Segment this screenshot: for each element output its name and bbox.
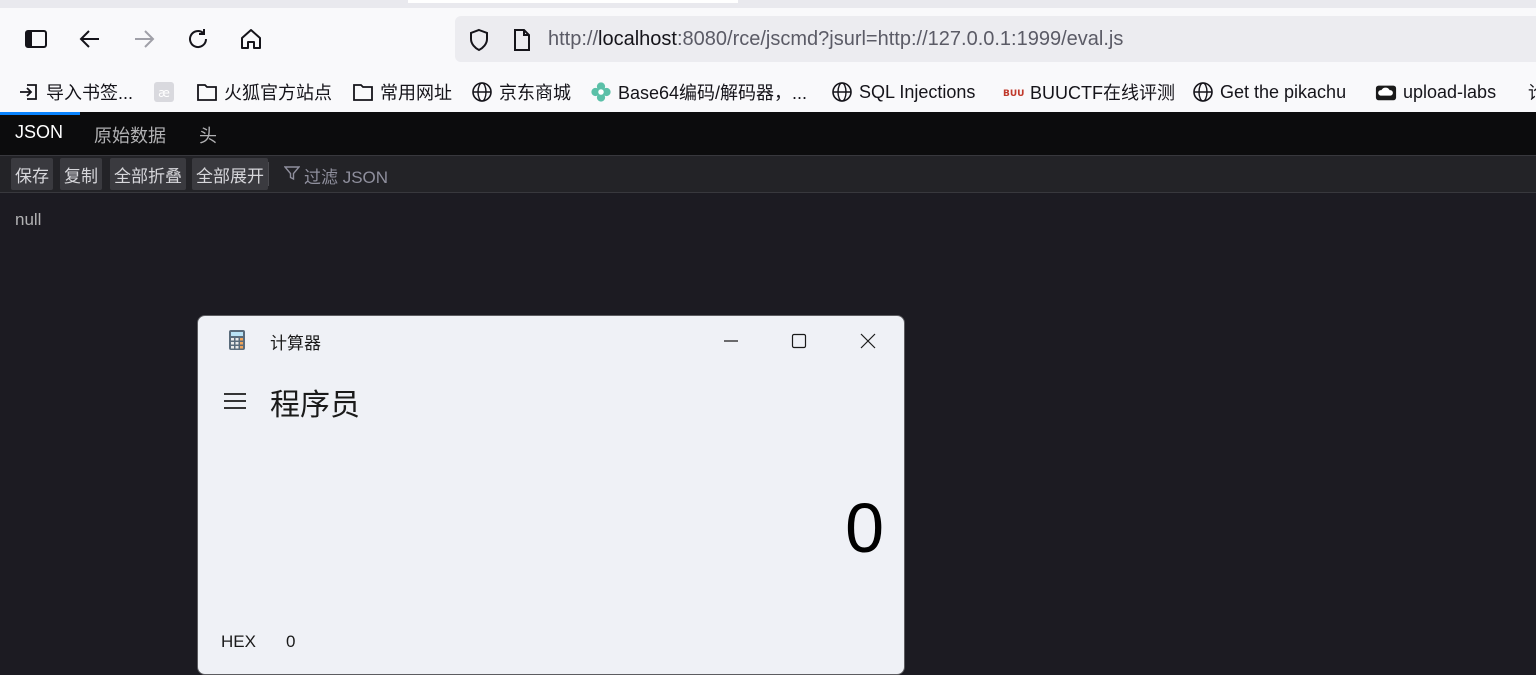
bookmark-common-sites[interactable]: 常用网址 [352, 80, 452, 104]
hex-label[interactable]: HEX [221, 632, 256, 652]
calculator-app-icon [228, 329, 246, 355]
bookmark-import[interactable]: 导入书签... [18, 80, 133, 104]
svg-text:æ: æ [158, 86, 170, 100]
save-button[interactable]: 保存 [11, 158, 53, 190]
json-viewer-tabs: JSON 原始数据 头 [0, 112, 1536, 156]
navigation-bar: http://localhost:8080/rce/jscmd?jsurl=ht… [0, 8, 1536, 72]
maximize-icon[interactable] [786, 328, 812, 354]
tab-raw-data[interactable]: 原始数据 [94, 122, 166, 148]
bookmark-label: 论 [1528, 79, 1536, 105]
bookmark-ae[interactable]: æ [153, 80, 175, 104]
ae-icon: æ [153, 81, 175, 103]
expand-all-button[interactable]: 全部展开 [192, 158, 268, 190]
json-value: null [15, 210, 42, 229]
bookmark-label: 常用网址 [380, 83, 452, 103]
import-icon [18, 81, 40, 103]
bookmarks-toolbar: 导入书签... æ 火狐官方站点 常用网址 京东商城 Base64编码/解码器，… [0, 72, 1536, 112]
tracking-protection-icon[interactable] [467, 28, 491, 56]
bookmark-upload-labs[interactable]: upload-labs [1375, 80, 1496, 104]
filter-placeholder: 过滤 JSON [304, 168, 389, 187]
url-bar[interactable]: http://localhost:8080/rce/jscmd?jsurl=ht… [455, 16, 1536, 62]
back-icon[interactable] [74, 23, 106, 55]
buu-icon: BUU [1002, 81, 1024, 103]
sidebar-toggle-icon[interactable] [20, 23, 52, 55]
active-tab[interactable] [408, 0, 738, 3]
bookmark-label: Get the pikachu [1220, 81, 1347, 102]
calculator-window[interactable]: 计算器 程序员 0 HEX 0 [197, 315, 905, 675]
bookmark-label: Base64编码/解码器，... [618, 83, 808, 103]
close-icon[interactable] [855, 328, 881, 354]
hex-value: 0 [286, 632, 296, 651]
bookmark-pikachu[interactable]: Get the pikachu [1192, 80, 1346, 104]
globe-icon [1192, 81, 1214, 103]
bookmark-overflow[interactable]: 论 [1528, 80, 1536, 104]
result-display: 0 [845, 489, 884, 567]
url-text[interactable]: http://localhost:8080/rce/jscmd?jsurl=ht… [548, 28, 1123, 51]
forward-icon[interactable] [128, 23, 160, 55]
window-title: 计算器 [270, 334, 321, 354]
bookmark-label: upload-labs [1403, 81, 1497, 102]
folder-icon [352, 81, 374, 103]
reload-icon[interactable] [182, 23, 214, 55]
minimize-icon[interactable] [718, 328, 744, 354]
url-host: localhost [598, 28, 677, 50]
bookmark-label: 火狐官方站点 [224, 83, 332, 103]
bookmark-label: 京东商城 [499, 83, 571, 103]
bookmark-jd[interactable]: 京东商城 [471, 80, 571, 104]
toolbar-divider [268, 162, 269, 186]
bookmark-firefox-official[interactable]: 火狐官方站点 [196, 80, 332, 104]
bookmark-base64[interactable]: Base64编码/解码器，... [590, 80, 807, 104]
svg-text:BUU: BUU [1003, 89, 1024, 99]
bookmark-label: SQL Injections [859, 81, 976, 102]
bookmark-buuctf[interactable]: BUU BUUCTF在线评测 [1002, 80, 1175, 104]
tab-json[interactable]: JSON [15, 122, 63, 143]
globe-icon [831, 81, 853, 103]
active-tab-indicator [0, 112, 80, 115]
json-toolbar: 保存 复制 全部折叠 全部展开 过滤 JSON [0, 156, 1536, 193]
copy-button[interactable]: 复制 [60, 158, 102, 190]
flower-icon [590, 81, 612, 103]
url-prefix: http:// [548, 28, 599, 50]
upload-icon [1375, 81, 1397, 103]
folder-icon [196, 81, 218, 103]
bookmark-label: 导入书签... [46, 83, 134, 103]
home-icon[interactable] [235, 23, 267, 55]
bookmark-label: BUUCTF在线评测 [1030, 83, 1175, 103]
tab-strip [0, 0, 1536, 8]
bookmark-sql-injections[interactable]: SQL Injections [831, 80, 975, 104]
collapse-all-button[interactable]: 全部折叠 [110, 158, 186, 190]
globe-icon [471, 81, 493, 103]
filter-icon [283, 165, 301, 186]
filter-json-input[interactable]: 过滤 JSON [283, 163, 389, 188]
calculator-mode: 程序员 [270, 388, 360, 423]
menu-icon[interactable] [223, 392, 247, 414]
url-rest: :8080/rce/jscmd?jsurl=http://127.0.0.1:1… [676, 28, 1124, 50]
page-info-icon[interactable] [511, 28, 533, 56]
tab-headers[interactable]: 头 [199, 122, 217, 148]
